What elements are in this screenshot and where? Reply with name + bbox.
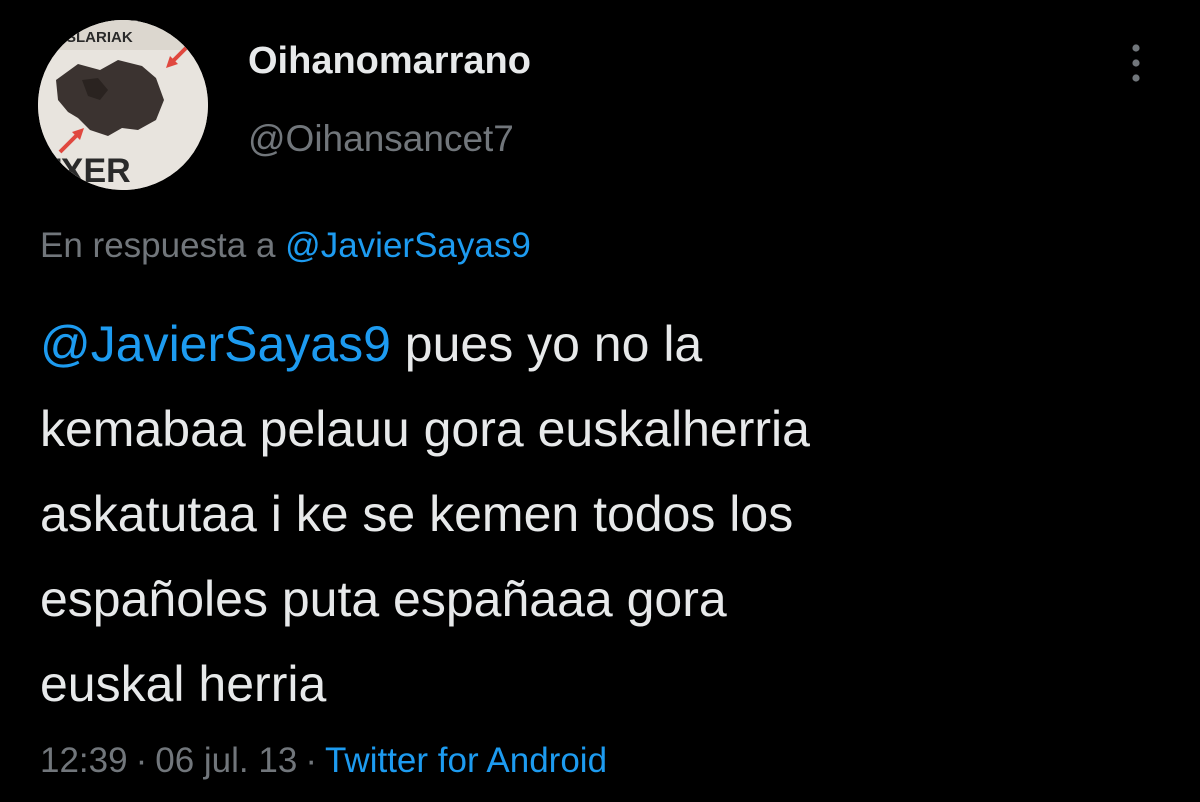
author-handle[interactable]: @Oihansancet7 [248,116,514,162]
tweet-text-line-1-rest: pues yo no la [390,316,703,372]
reply-context: En respuesta a @JavierSayas9 [40,224,531,268]
tweet-date[interactable]: 06 jul. 13 [155,741,297,780]
tweet-text-line-3: askatutaa i ke se kemen todos los [40,486,794,542]
meta-separator: · [135,741,148,780]
tweet-text-line-5: euskal herria [40,656,327,712]
meta-separator: · [305,741,317,780]
avatar[interactable]: ESLARIAK TXER [38,20,208,190]
tweet-text: @JavierSayas9 pues yo no la kemabaa pela… [40,302,1160,727]
tweet-meta: 12:39 · 06 jul. 13 · Twitter for Android [40,738,607,784]
tweet-text-line-1: @JavierSayas9 pues yo no la [40,302,1160,387]
tweet-text-line-2: kemabaa pelauu gora euskalherria [40,401,810,457]
tweet-card: ESLARIAK TXER Oihanomarrano @Oihansancet… [0,0,1200,802]
tweet-mention-link[interactable]: @JavierSayas9 [40,316,391,372]
reply-context-label: En respuesta a [40,226,276,265]
tweet-time[interactable]: 12:39 [40,741,128,780]
avatar-bottom-text: TXER [40,152,131,190]
more-vertical-icon [1132,44,1140,82]
more-options-button[interactable] [1118,38,1154,88]
author-display-name[interactable]: Oihanomarrano [248,38,531,84]
reply-context-mention-link[interactable]: @JavierSayas9 [285,226,531,265]
tweet-source-link[interactable]: Twitter for Android [325,741,607,780]
tweet-text-line-4: españoles puta españaaa gora [40,571,727,627]
avatar-image: ESLARIAK TXER [38,20,208,190]
avatar-top-text: ESLARIAK [56,29,133,46]
